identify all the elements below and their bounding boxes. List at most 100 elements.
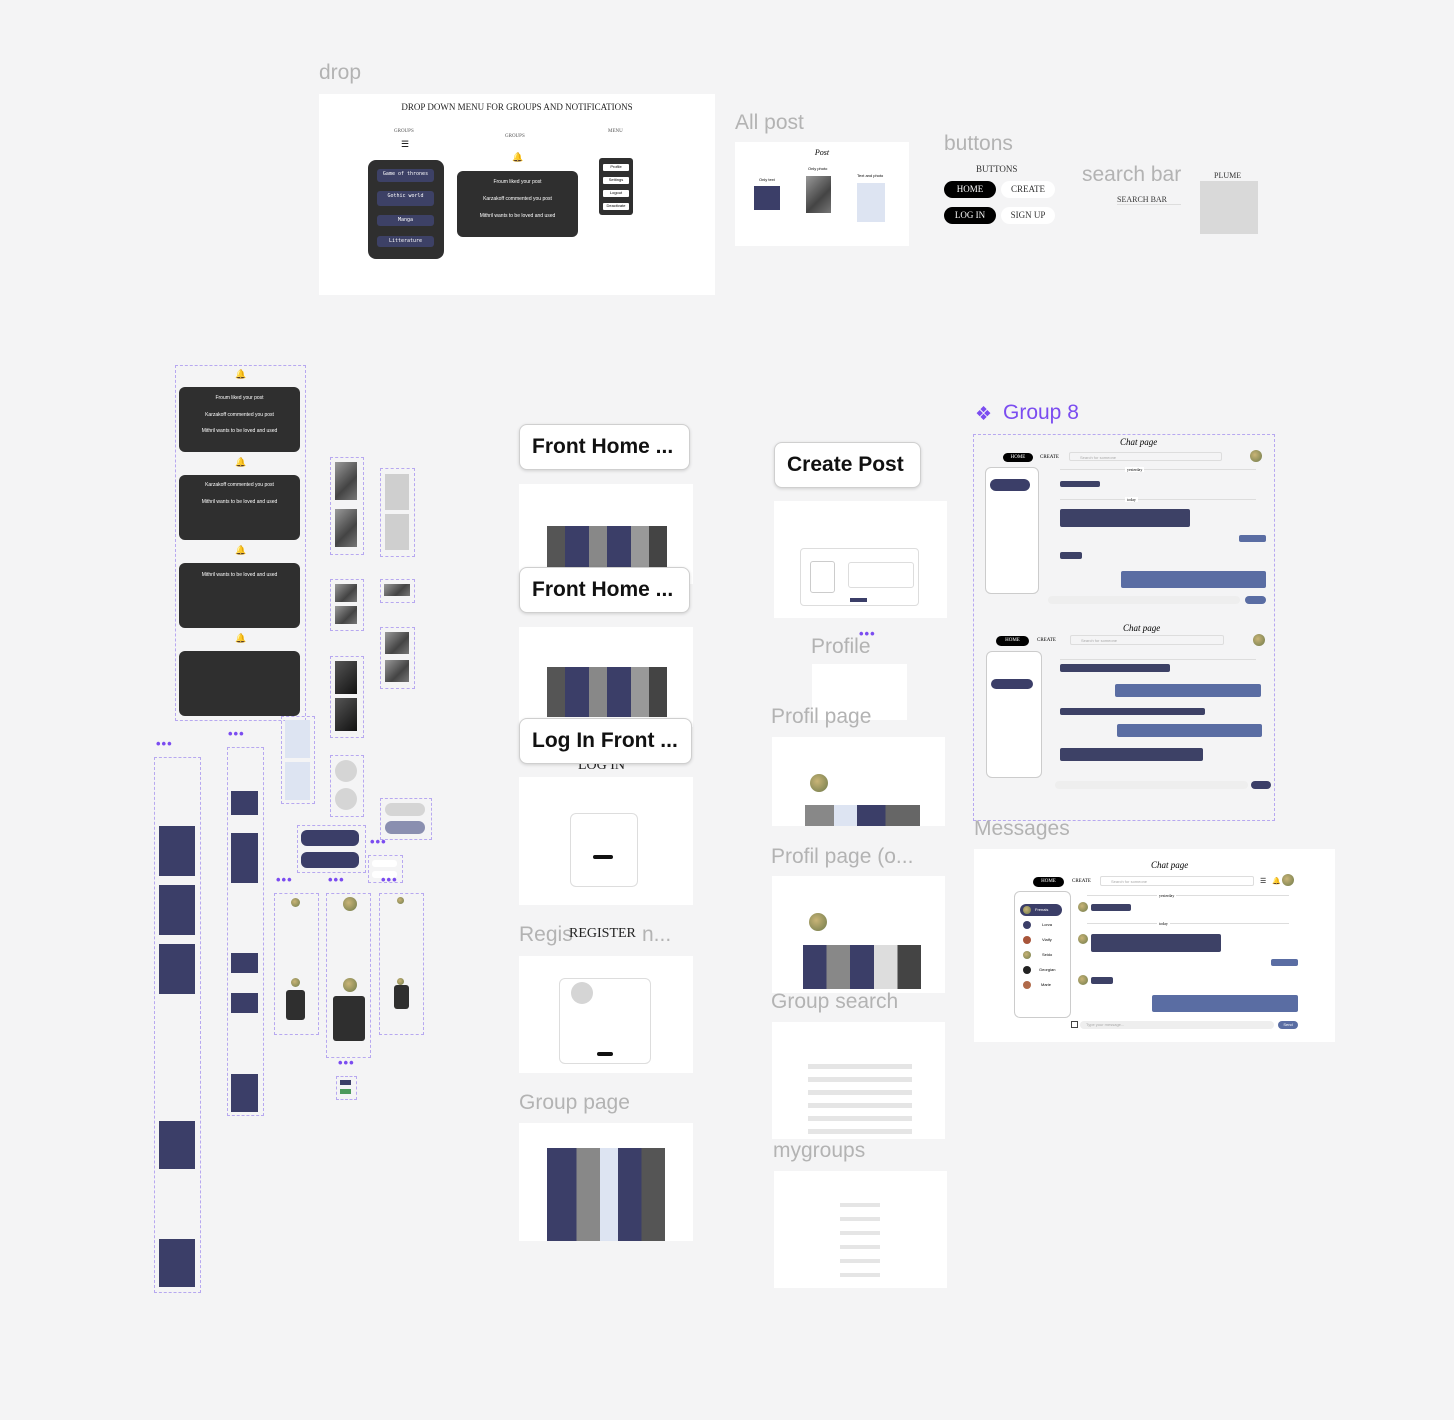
- group-item[interactable]: Manga: [377, 217, 434, 223]
- post-grid: [547, 526, 667, 571]
- home-button[interactable]: HOME: [1033, 877, 1064, 887]
- toggle[interactable]: [340, 1089, 351, 1094]
- notification-panel: Mithril wants to be loved and used: [179, 563, 300, 628]
- notification-item[interactable]: Mithril wants to be loved and used: [199, 499, 280, 505]
- bell-icon[interactable]: 🔔: [235, 545, 246, 556]
- component-dots[interactable]: •••: [276, 872, 293, 887]
- avatar[interactable]: [291, 898, 300, 907]
- menu-item[interactable]: Settings: [603, 177, 629, 184]
- component-dots[interactable]: •••: [381, 872, 398, 887]
- notification-item[interactable]: Karzakoff commented you post: [179, 482, 300, 488]
- avatar: [1078, 934, 1088, 944]
- menu-item[interactable]: Deactivate: [603, 203, 629, 210]
- avatar[interactable]: [291, 978, 300, 987]
- contact-active[interactable]: [990, 479, 1030, 491]
- component-dots[interactable]: •••: [156, 736, 173, 751]
- avatar[interactable]: [397, 978, 404, 985]
- home-button[interactable]: HOME: [944, 181, 996, 198]
- avatar-placeholder[interactable]: [571, 982, 593, 1004]
- send-button[interactable]: [1251, 781, 1271, 789]
- create-button[interactable]: CREATE: [1037, 636, 1056, 646]
- plume-logo-placeholder: [1200, 181, 1258, 234]
- avatar: [1023, 906, 1031, 914]
- search-input[interactable]: Search for someone: [1070, 635, 1224, 645]
- contact-name[interactable]: Lorva: [1042, 922, 1052, 927]
- contact-name[interactable]: Marie: [1041, 982, 1051, 987]
- notification-item[interactable]: Froum liked your post: [179, 395, 300, 401]
- photo-post-thumb: [806, 176, 831, 213]
- notification-item[interactable]: Karzakoff commented you post: [457, 196, 578, 202]
- frame-label-group-page[interactable]: Group page: [519, 1091, 630, 1115]
- message-input[interactable]: Type your message...: [1080, 1021, 1274, 1029]
- component-dots[interactable]: •••: [228, 726, 245, 741]
- groups-icon[interactable]: ☰: [1260, 877, 1266, 885]
- post-submit[interactable]: [850, 598, 867, 602]
- frame-label-profile[interactable]: Profile: [811, 635, 871, 659]
- bell-icon[interactable]: 🔔: [512, 152, 523, 163]
- signup-button[interactable]: SIGN UP: [1001, 207, 1055, 224]
- frame-label-messages[interactable]: Messages: [974, 817, 1070, 841]
- frame-label-register[interactable]: Regis: [519, 923, 573, 947]
- notification-item[interactable]: Mithril wants to be loved and used: [467, 213, 568, 219]
- contact-name[interactable]: Georgian: [1039, 967, 1055, 972]
- component-dots[interactable]: •••: [328, 872, 345, 887]
- login-submit[interactable]: [593, 855, 613, 859]
- frame-label-profil-page-o[interactable]: Profil page (o...: [771, 845, 913, 869]
- avatar[interactable]: [1282, 874, 1294, 886]
- menu-item[interactable]: Profile: [603, 164, 629, 171]
- register-submit[interactable]: [597, 1052, 613, 1056]
- frame-label-group-search[interactable]: Group search: [771, 990, 898, 1014]
- notification-item[interactable]: Mithril wants to be loved and used: [199, 428, 280, 434]
- image-upload[interactable]: [810, 561, 835, 593]
- create-button[interactable]: CREATE: [1040, 453, 1059, 462]
- avatar[interactable]: [397, 897, 404, 904]
- notification-item[interactable]: Karzakoff commented you post: [179, 412, 300, 418]
- message-input[interactable]: [1048, 596, 1240, 604]
- frame-label-login-front[interactable]: Log In Front ...: [519, 718, 692, 764]
- frame-label-front-home[interactable]: Front Home ...: [519, 424, 690, 470]
- bell-icon[interactable]: 🔔: [1272, 877, 1281, 885]
- frame-label-group8[interactable]: Group 8: [1003, 401, 1079, 425]
- home-button[interactable]: HOME: [1003, 453, 1033, 462]
- menu-item[interactable]: Logout: [603, 190, 629, 197]
- notification-item[interactable]: Froum liked your post: [457, 179, 578, 185]
- frame-label-create-post[interactable]: Create Post: [774, 442, 921, 488]
- group-item[interactable]: Game of thrones: [377, 171, 434, 177]
- message-input[interactable]: [1055, 781, 1248, 789]
- bell-icon[interactable]: 🔔: [235, 369, 246, 380]
- avatar[interactable]: [343, 978, 357, 992]
- home-button[interactable]: HOME: [996, 636, 1029, 646]
- contact-name[interactable]: Seido: [1042, 952, 1052, 957]
- search-input[interactable]: Search for someone: [1069, 452, 1222, 461]
- avatar[interactable]: [1253, 634, 1265, 646]
- bell-icon[interactable]: 🔔: [235, 457, 246, 468]
- search-input[interactable]: Search for someone: [1100, 876, 1254, 886]
- send-button[interactable]: Send: [1278, 1021, 1298, 1029]
- frame-label-drop[interactable]: drop: [319, 61, 361, 85]
- avatar: [1078, 975, 1088, 985]
- notification-item[interactable]: Mithril wants to be loved and used: [199, 572, 280, 578]
- frame-label-mygroups[interactable]: mygroups: [773, 1139, 865, 1163]
- contact-name[interactable]: Vialfy: [1042, 937, 1052, 942]
- frame-label-register-tail[interactable]: n...: [642, 923, 671, 947]
- login-button[interactable]: LOG IN: [944, 207, 996, 224]
- frame-label-all-post[interactable]: All post: [735, 111, 804, 135]
- frame-label-profil-page[interactable]: Profil page: [771, 705, 871, 729]
- create-button[interactable]: CREATE: [1072, 877, 1091, 887]
- send-button[interactable]: [1245, 596, 1266, 604]
- toggle[interactable]: [340, 1080, 351, 1085]
- post-textarea[interactable]: [848, 562, 914, 588]
- frame-label-front-home-2[interactable]: Front Home ...: [519, 567, 690, 613]
- component-dots[interactable]: •••: [370, 834, 387, 849]
- frame-label-search-bar[interactable]: search bar: [1082, 163, 1181, 187]
- create-button[interactable]: CREATE: [1001, 181, 1055, 198]
- group-item[interactable]: Litterature: [377, 238, 434, 244]
- image-attach-icon[interactable]: [1071, 1021, 1078, 1028]
- avatar[interactable]: [343, 897, 357, 911]
- avatar[interactable]: [1250, 450, 1262, 462]
- contact-active[interactable]: [991, 679, 1033, 689]
- group-item[interactable]: Gothic world: [377, 193, 434, 199]
- bell-icon[interactable]: 🔔: [235, 633, 246, 644]
- frame-label-buttons[interactable]: buttons: [944, 132, 1013, 156]
- group-page-frame: [519, 1123, 693, 1241]
